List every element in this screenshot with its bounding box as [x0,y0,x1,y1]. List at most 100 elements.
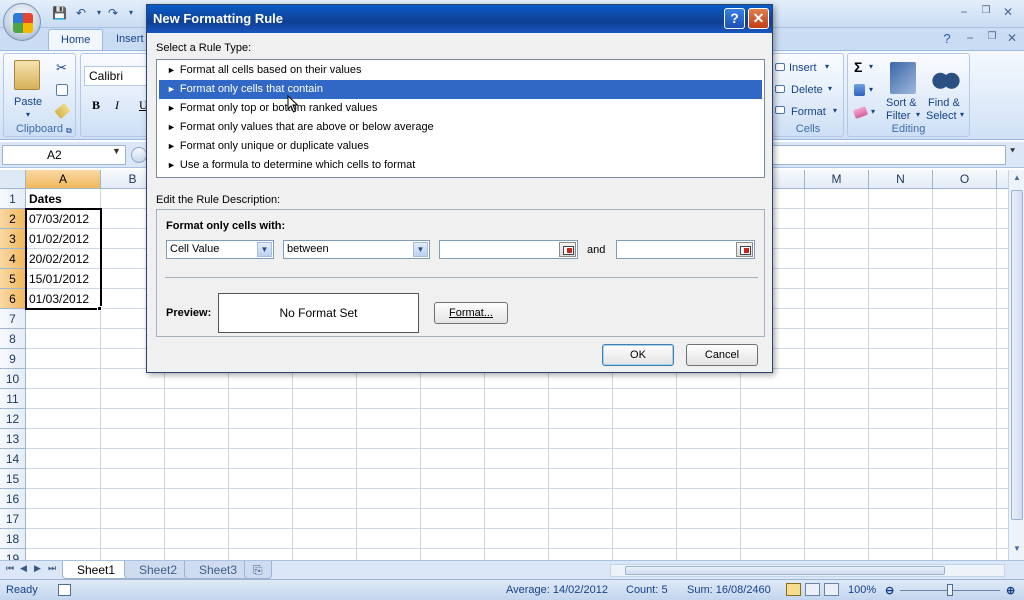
grid-cell[interactable] [741,549,805,560]
grid-cell[interactable] [613,389,677,409]
grid-cell[interactable]: 01/03/2012 [26,289,101,309]
grid-cell[interactable] [677,489,741,509]
grid-cell[interactable] [165,549,229,560]
grid-cell[interactable] [869,469,933,489]
save-icon[interactable]: 💾 [52,6,67,20]
row-header[interactable]: 2 [0,209,26,229]
grid-cell[interactable] [101,489,165,509]
grid-cell[interactable] [613,469,677,489]
grid-cell[interactable] [805,389,869,409]
formula-input[interactable] [770,145,1006,165]
delete-cells-button[interactable]: Delete [791,84,823,96]
grid-cell[interactable] [101,469,165,489]
grid-cell[interactable] [997,289,1008,309]
grid-cell[interactable] [229,469,293,489]
rule-type-item[interactable]: ► Use a formula to determine which cells … [159,156,762,175]
grid-cell[interactable] [933,409,997,429]
grid-cell[interactable] [869,489,933,509]
grid-cell[interactable]: 01/02/2012 [26,229,101,249]
grid-cell[interactable] [229,489,293,509]
grid-cell[interactable] [101,409,165,429]
grid-cell[interactable] [421,429,485,449]
grid-cell[interactable] [805,509,869,529]
name-box-dropdown-icon[interactable]: ▼ [112,146,121,156]
grid-cell[interactable] [421,449,485,469]
grid-cell[interactable] [26,309,101,329]
grid-cell[interactable] [165,449,229,469]
grid-cell[interactable] [741,449,805,469]
grid-cell[interactable] [26,449,101,469]
rule-type-item[interactable]: ► Format all cells based on their values [159,61,762,80]
dialog-close-button[interactable]: ✕ [748,8,769,29]
find-select-label-2[interactable]: Select [926,110,957,122]
cell-value-select[interactable]: Cell Value ▼ [166,240,274,259]
grid-cell[interactable] [869,309,933,329]
help-icon[interactable]: ? [938,31,956,46]
grid-cell[interactable] [869,209,933,229]
zoom-in-icon[interactable]: ⊕ [1006,584,1015,597]
grid-cell[interactable] [26,329,101,349]
row-header[interactable]: 14 [0,449,26,469]
next-sheet-icon[interactable]: ▶ [34,563,41,574]
grid-cell[interactable] [997,309,1008,329]
grid-cell[interactable] [869,189,933,209]
sort-filter-dropdown-icon[interactable]: ▾ [916,110,920,119]
row-header[interactable]: 6 [0,289,26,309]
grid-cell[interactable] [933,269,997,289]
autosum-dropdown-icon[interactable]: ▾ [869,62,873,71]
grid-cell[interactable] [933,429,997,449]
grid-cell[interactable] [869,349,933,369]
grid-cell[interactable] [421,509,485,529]
column-header-n[interactable]: N [869,170,933,189]
grid-cell[interactable] [549,529,613,549]
office-button[interactable] [3,3,41,41]
sort-filter-label-1[interactable]: Sort & [886,97,917,109]
sheet-tab-1[interactable]: Sheet1 [62,561,131,579]
grid-cell[interactable] [229,549,293,560]
format-cells-button[interactable]: Format [791,106,826,118]
grid-cell[interactable] [357,529,421,549]
page-layout-view-icon[interactable] [805,583,820,596]
font-name-combo[interactable]: Calibri [84,66,154,86]
grid-cell[interactable] [101,529,165,549]
grid-cell[interactable] [165,429,229,449]
macro-record-icon[interactable] [58,584,71,596]
ribbon-close-button[interactable]: ✕ [1003,31,1021,45]
grid-cell[interactable] [805,549,869,560]
grid-cell[interactable] [485,409,549,429]
grid-cell[interactable] [549,469,613,489]
insert-dropdown-icon[interactable]: ▾ [825,62,829,71]
grid-cell[interactable] [933,509,997,529]
grid-cell[interactable] [805,309,869,329]
clear-dropdown-icon[interactable]: ▾ [871,107,875,116]
grid-cell[interactable] [997,329,1008,349]
grid-cell[interactable] [293,529,357,549]
column-header-o[interactable]: O [933,170,997,189]
grid-cell[interactable] [101,429,165,449]
row-header[interactable]: 17 [0,509,26,529]
range-picker-icon[interactable] [736,242,753,257]
delete-dropdown-icon[interactable]: ▾ [828,84,832,93]
grid-cell[interactable] [805,369,869,389]
grid-cell[interactable] [997,349,1008,369]
column-header-a[interactable]: A [26,170,101,189]
grid-cell[interactable] [933,229,997,249]
grid-cell[interactable] [26,549,101,560]
clear-icon[interactable] [852,106,869,119]
restore-button[interactable]: ❐ [977,5,995,16]
grid-cell[interactable] [421,469,485,489]
grid-cell[interactable] [741,489,805,509]
grid-cell[interactable] [677,389,741,409]
row-header[interactable]: 10 [0,369,26,389]
grid-cell[interactable] [805,469,869,489]
row-header[interactable]: 5 [0,269,26,289]
row-header[interactable]: 9 [0,349,26,369]
grid-cell[interactable] [677,529,741,549]
grid-cell[interactable] [549,409,613,429]
row-header[interactable]: 13 [0,429,26,449]
grid-cell[interactable] [997,209,1008,229]
grid-cell[interactable] [933,449,997,469]
sort-filter-icon[interactable] [890,62,916,94]
cut-icon[interactable]: ✂ [56,60,67,76]
undo-dropdown-icon[interactable]: ▾ [92,6,106,20]
